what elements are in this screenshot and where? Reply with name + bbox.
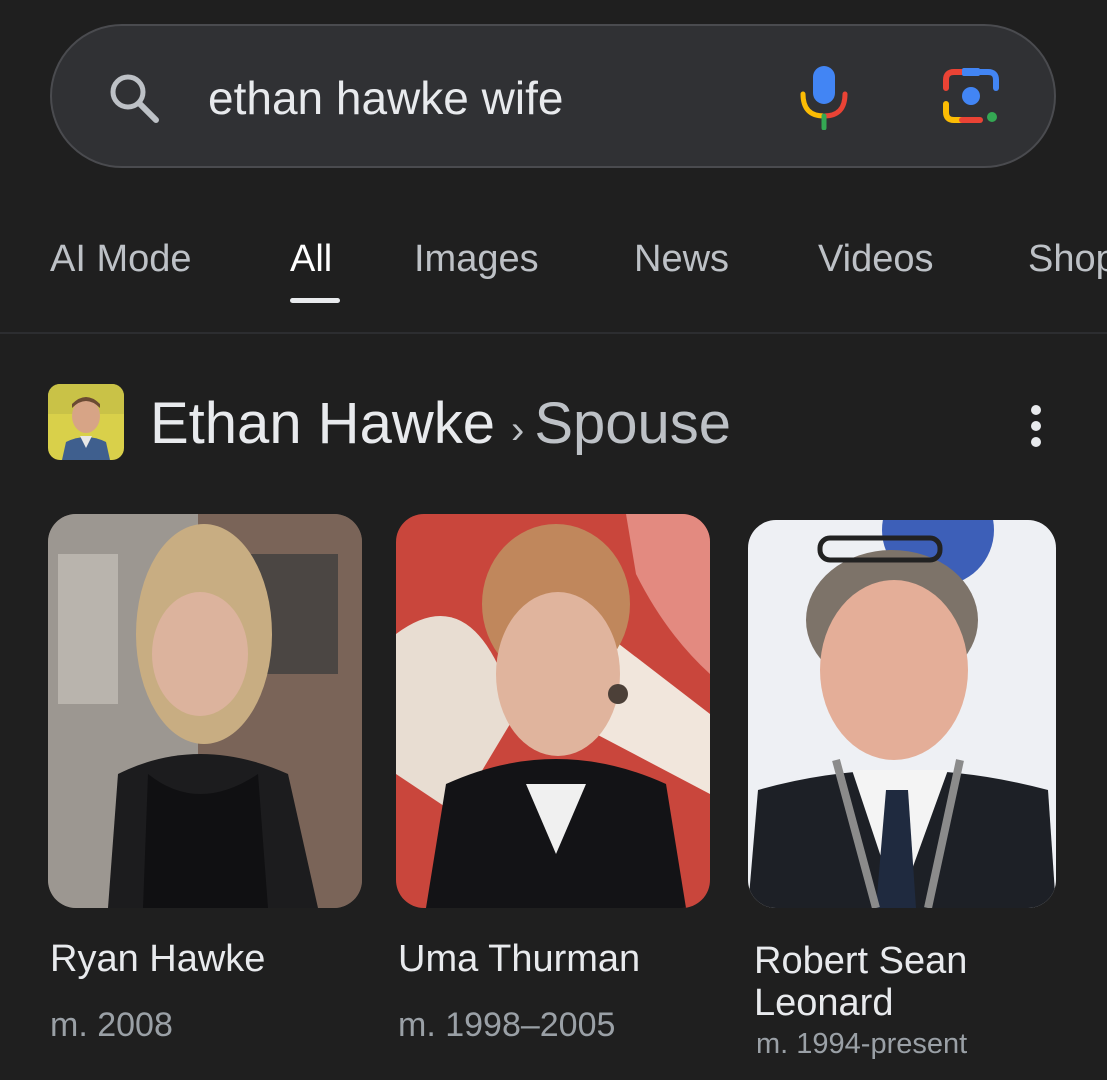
search-results-page: AI Mode All Images News Videos Shop Etha…	[0, 0, 1107, 1080]
knowledge-heading[interactable]: Ethan Hawke › Spouse	[150, 388, 731, 460]
tab-videos[interactable]: Videos	[818, 228, 934, 290]
tab-all[interactable]: All	[290, 228, 332, 290]
tab-ai-mode[interactable]: AI Mode	[50, 228, 192, 290]
spouse-name[interactable]: Robert Sean Leonard	[754, 940, 1054, 1024]
marriage-years: m. 2008	[50, 1006, 173, 1044]
attribute-label: Spouse	[534, 391, 732, 456]
spouse-card[interactable]: Ryan Hawke m. 2008	[48, 514, 362, 1044]
breadcrumb-separator: ›	[510, 408, 525, 452]
spouse-card[interactable]: Robert Sean Leonard m. 1994-present	[748, 520, 1056, 1060]
entity-thumbnail[interactable]	[48, 384, 124, 460]
search-input[interactable]	[208, 68, 768, 128]
tab-shop[interactable]: Shop	[1028, 228, 1107, 290]
spouse-card[interactable]: Uma Thurman m. 1998–2005	[396, 514, 710, 1044]
more-vert-icon[interactable]	[1024, 404, 1048, 448]
spouse-name[interactable]: Ryan Hawke	[50, 938, 350, 980]
tab-news[interactable]: News	[634, 228, 729, 290]
search-icon[interactable]	[106, 70, 162, 126]
spouse-photo[interactable]	[748, 520, 1056, 908]
marriage-years: m. 1998–2005	[398, 1006, 616, 1044]
active-tab-indicator	[290, 298, 340, 303]
entity-name[interactable]: Ethan Hawke	[150, 391, 495, 456]
google-lens-icon[interactable]	[940, 66, 1004, 126]
spouse-name[interactable]: Uma Thurman	[398, 938, 708, 980]
search-tabs: AI Mode All Images News Videos Shop	[0, 228, 1107, 308]
marriage-years: m. 1994-present	[756, 1028, 968, 1060]
spouse-photo[interactable]	[396, 514, 710, 908]
tabs-divider	[0, 332, 1107, 334]
mic-icon[interactable]	[798, 64, 850, 130]
tab-images[interactable]: Images	[414, 228, 539, 290]
spouse-photo[interactable]	[48, 514, 362, 908]
